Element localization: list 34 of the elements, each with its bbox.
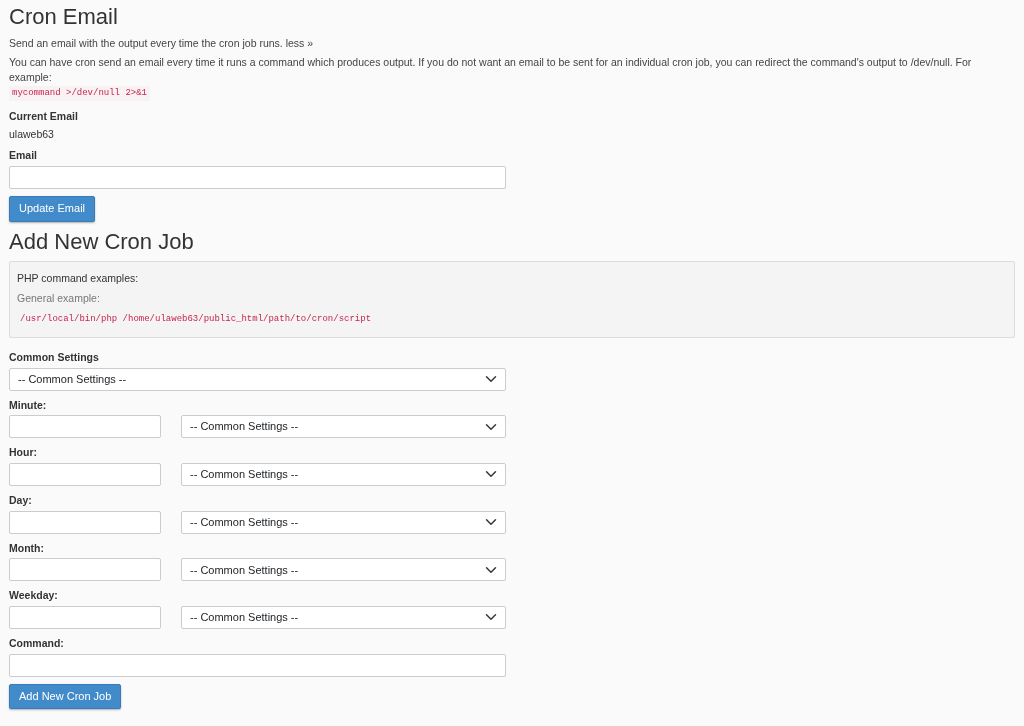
description-text: You can have cron send an email every time it runs a command which produces output. If you do not want an email to be sent for an individual cron job, you can redirect the command's output to /dev/null. For example: [9,55,973,85]
code-example: mycommand >/dev/null 2>&1 [9,86,151,102]
common-settings-select[interactable]: -- Common Settings -- [9,367,506,391]
field-label: Common Settings [9,349,100,365]
field-label: Email [9,148,38,164]
field-label: Command: [9,636,65,651]
common-settings-select[interactable]: -- Common Settings -- [181,606,506,629]
summary-text: Send an email with the output every time the cron job runs. [9,37,283,50]
field-label: Month: [9,540,45,556]
less-link[interactable]: less » [285,37,314,50]
field-label: Hour: [9,445,38,460]
schedule-input[interactable] [9,462,161,486]
add-cron-job-button[interactable]: Add New Cron Job [9,683,122,710]
update-email-button[interactable]: Update Email [9,196,96,222]
schedule-input[interactable] [9,606,161,629]
section-title: Cron Email [9,4,119,31]
common-settings-select[interactable]: -- Common Settings -- [181,462,506,486]
current-email-value: ulaweb63 [9,126,55,142]
field-label: Weekday: [9,588,59,603]
schedule-input[interactable] [9,510,161,534]
common-settings-select[interactable]: -- Common Settings -- [181,558,506,582]
command-input[interactable] [9,653,506,677]
common-settings-select[interactable]: -- Common Settings -- [181,510,506,534]
code-example: /usr/local/bin/php /home/ulaweb63/public_html/path/to/cron/script [19,313,373,327]
examples-heading: PHP command examples: [17,270,140,286]
schedule-input[interactable] [9,558,161,582]
common-settings-select[interactable]: -- Common Settings -- [181,415,506,439]
section-title: Add New Cron Job [9,228,195,255]
email-input[interactable] [9,166,506,190]
field-label: Minute: [9,397,48,413]
field-label: Day: [9,492,33,508]
field-label: Current Email [9,109,79,124]
general-example-label: General example: [17,290,101,306]
schedule-input[interactable] [9,415,161,439]
